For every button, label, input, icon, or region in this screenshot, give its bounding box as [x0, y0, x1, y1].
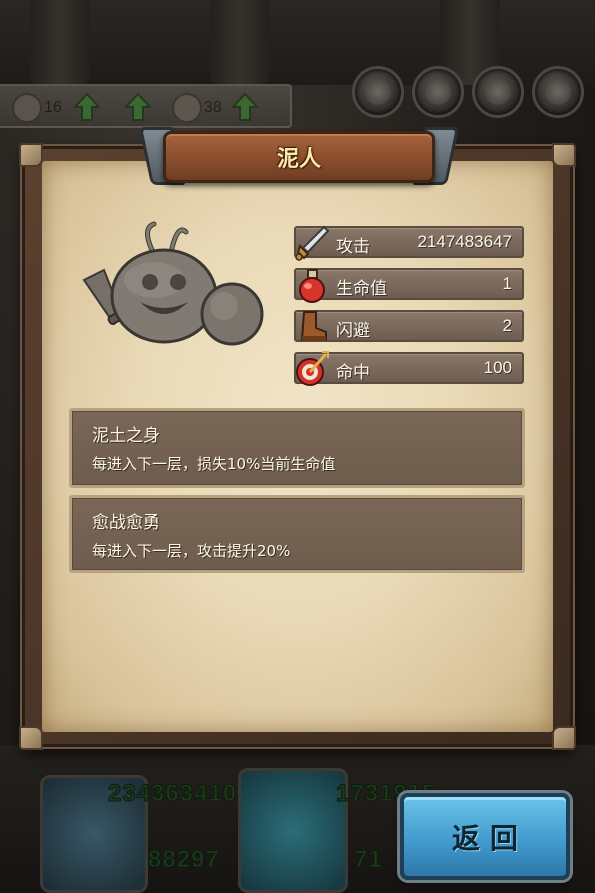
pillar-decoration [210, 0, 270, 85]
skill-description: 每进入下一层，攻击提升20% [92, 542, 291, 560]
skill-description: 每进入下一层，损失10%当前生命值 [92, 455, 336, 473]
hud-gold-value: 234363410 [107, 780, 238, 808]
skill-name: 泥土之身 [92, 426, 160, 446]
panel-corner [552, 143, 576, 167]
stat-hp: 生命值 1 [294, 268, 524, 303]
skill-name: 愈战愈勇 [92, 513, 160, 533]
skill-card: 泥土之身 每进入下一层，损失10%当前生命值 [69, 408, 525, 488]
skill-card: 愈战愈勇 每进入下一层，攻击提升20% [69, 495, 525, 573]
potion-icon [294, 266, 330, 304]
boot-icon [294, 308, 330, 346]
horse-counter: 16 [12, 92, 62, 124]
monster-slot-button[interactable] [532, 66, 584, 118]
panel-corner [19, 726, 43, 750]
panel-corner [552, 726, 576, 750]
monster-slot-button[interactable] [352, 66, 404, 118]
top-status-bar: 16 38 [0, 84, 292, 128]
monster-slot-button[interactable] [472, 66, 524, 118]
mud-golem-icon [82, 220, 267, 350]
upgrade-arrow-icon [123, 92, 153, 122]
title-plaque: 泥人 [138, 127, 460, 185]
upgrade-arrow-icon [230, 92, 260, 122]
back-button[interactable]: 返回 [400, 793, 570, 880]
stat-accuracy: 命中 100 [294, 351, 524, 386]
player-avatar [238, 768, 348, 893]
gear-icon [172, 93, 202, 123]
upgrade-arrow-icon [72, 92, 102, 122]
pillar-decoration [30, 0, 90, 85]
hud-score-value: 88297 [148, 846, 220, 874]
panel-corner [19, 143, 43, 167]
monster-slot-button[interactable] [412, 66, 464, 118]
stat-dodge: 闪避 2 [294, 310, 524, 342]
stat-attack: 攻击 2147483647 [294, 225, 524, 261]
hud-level-value: 71 [354, 846, 383, 874]
gear-counter: 38 [172, 92, 222, 124]
target-icon [294, 350, 330, 388]
horse-icon [12, 93, 42, 123]
sword-icon [294, 224, 330, 262]
back-button-label: 返回 [451, 821, 528, 855]
monster-name: 泥人 [276, 147, 321, 172]
